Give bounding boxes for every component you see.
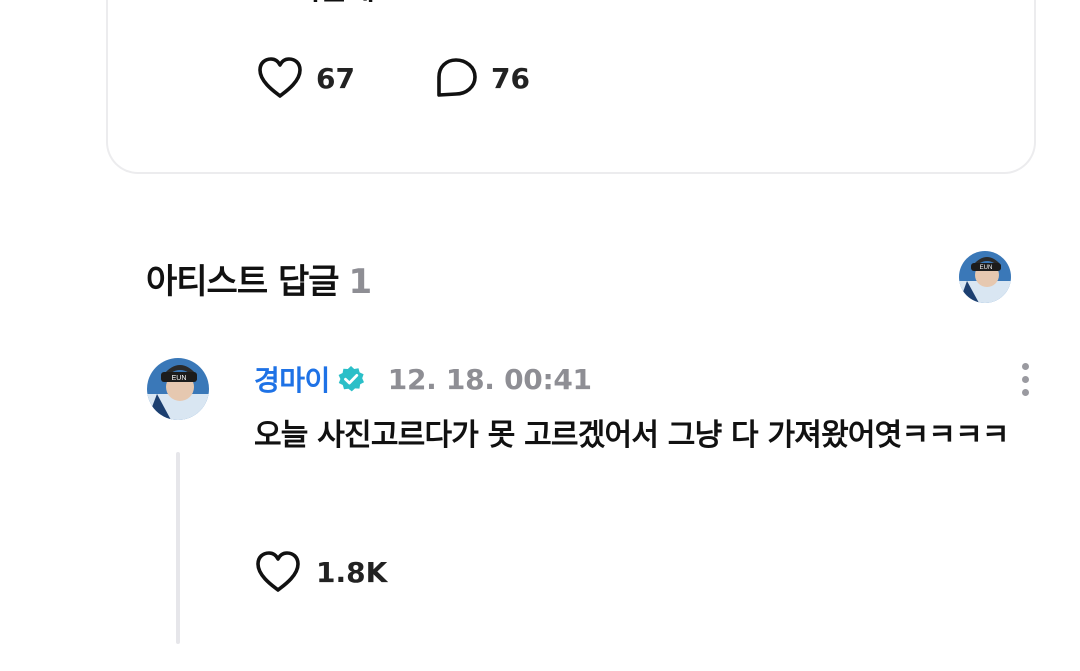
artist-avatar-small[interactable]: EUN [959,251,1011,303]
reply-body: 오늘 사진고르다가 못 고르겠어서 그냥 다 가져왔어엿ㅋㅋㅋㅋ [254,418,1009,453]
reply-timestamp: 12. 18. 00:41 [387,362,592,396]
reply-author-name[interactable]: 경마이 [254,359,330,399]
verified-badge-icon [338,366,364,392]
more-dot-icon [1022,389,1029,396]
svg-text:EUN: EUN [172,375,187,382]
heart-icon [256,551,300,592]
more-options-button[interactable] [1012,360,1040,400]
post-text: 오 이쁜데~ [256,0,399,8]
artist-photo-icon: EUN [959,251,1011,303]
reply-like-button[interactable]: 1.8K [254,550,387,594]
artist-replies-label: 아티스트 답글 [146,262,340,302]
artist-replies-title: 아티스트 답글 1 [146,254,373,303]
reply-author-avatar[interactable]: EUN [147,358,209,420]
post-like-count: 67 [316,61,355,95]
more-dot-icon [1022,363,1029,370]
post-comment-button[interactable]: 76 [433,56,530,100]
post-card: 오 이쁜데~ 67 76 [106,0,1036,174]
more-dot-icon [1022,376,1029,383]
svg-text:EUN: EUN [980,265,993,271]
heart-icon [258,57,302,98]
artist-replies-count: 1 [348,262,373,302]
post-like-button[interactable]: 67 [256,56,355,100]
reply-header: 경마이 12. 18. 00:41 [254,359,592,399]
reply-like-count: 1.8K [316,555,388,589]
post-actions: 67 76 [256,56,530,100]
post-comment-count: 76 [490,61,530,95]
thread-line [176,452,180,644]
artist-photo-icon: EUN [147,358,209,420]
comment-icon [437,58,477,97]
